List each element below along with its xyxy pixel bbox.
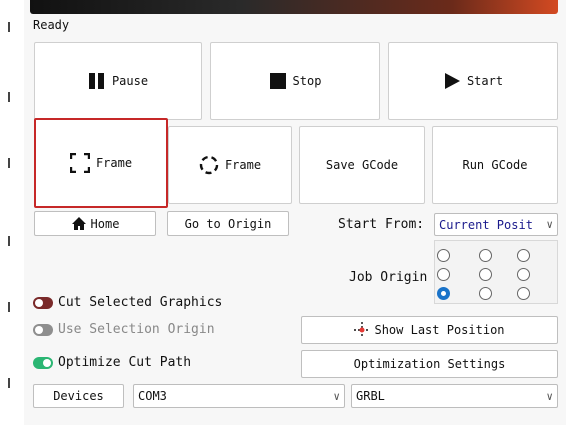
optimize-cut-path-toggle[interactable] bbox=[33, 356, 53, 369]
job-origin-grid bbox=[434, 240, 558, 304]
splitter-mark bbox=[8, 158, 10, 168]
origin-bottom-right-radio[interactable] bbox=[517, 287, 530, 300]
start-from-label: Start From: bbox=[338, 217, 425, 232]
cut-selected-label: Cut Selected Graphics bbox=[58, 295, 223, 310]
start-button[interactable]: Start bbox=[388, 42, 558, 120]
stop-button[interactable]: Stop bbox=[210, 42, 380, 120]
origin-middle-right-radio[interactable] bbox=[517, 268, 530, 281]
play-icon bbox=[444, 73, 460, 89]
chevron-down-icon: ∨ bbox=[546, 389, 553, 403]
port-value: COM3 bbox=[138, 389, 167, 403]
port-select[interactable]: COM3 ∨ bbox=[133, 384, 345, 408]
optimization-settings-label: Optimization Settings bbox=[353, 357, 506, 371]
splitter-mark bbox=[8, 92, 10, 102]
run-gcode-button[interactable]: Run GCode bbox=[432, 126, 558, 204]
frame-circle-button[interactable]: Frame bbox=[168, 126, 292, 204]
home-label: Home bbox=[90, 216, 120, 231]
use-selection-origin-toggle[interactable] bbox=[33, 323, 53, 336]
origin-center-radio[interactable] bbox=[479, 268, 492, 281]
status-label: Ready bbox=[33, 18, 70, 32]
save-gcode-button[interactable]: Save GCode bbox=[299, 126, 425, 204]
start-from-select[interactable]: Current Posit ∨ bbox=[434, 213, 558, 236]
left-panel-strip bbox=[0, 0, 24, 425]
frame-rect-label: Frame bbox=[95, 156, 133, 170]
cut-selected-row[interactable]: Cut Selected Graphics bbox=[33, 295, 222, 310]
chevron-down-icon: ∨ bbox=[546, 218, 553, 231]
splitter-mark bbox=[8, 302, 10, 312]
frame-circle-icon bbox=[199, 155, 219, 175]
show-last-position-button[interactable]: Show Last Position bbox=[301, 316, 558, 344]
optimization-settings-button[interactable]: Optimization Settings bbox=[301, 350, 558, 378]
home-icon bbox=[71, 217, 86, 230]
start-from-value: Current Posit bbox=[439, 217, 533, 232]
stop-label: Stop bbox=[292, 74, 322, 88]
use-selection-origin-label: Use Selection Origin bbox=[58, 322, 215, 337]
origin-top-left-radio[interactable] bbox=[437, 249, 450, 262]
progress-bar bbox=[30, 0, 558, 14]
stop-icon bbox=[269, 73, 286, 89]
origin-bottom-center-radio[interactable] bbox=[479, 287, 492, 300]
splitter-mark bbox=[8, 378, 10, 388]
use-selection-origin-row[interactable]: Use Selection Origin bbox=[33, 322, 215, 337]
go-to-origin-button[interactable]: Go to Origin bbox=[167, 211, 289, 236]
splitter-mark bbox=[8, 22, 10, 32]
origin-bottom-left-radio[interactable] bbox=[437, 287, 450, 300]
start-label: Start bbox=[466, 74, 504, 88]
home-button[interactable]: Home bbox=[34, 211, 156, 236]
frame-rect-button[interactable]: Frame bbox=[34, 118, 168, 208]
run-gcode-label: Run GCode bbox=[462, 158, 528, 172]
controller-select[interactable]: GRBL ∨ bbox=[351, 384, 558, 408]
go-to-origin-label: Go to Origin bbox=[184, 216, 272, 231]
pause-label: Pause bbox=[111, 74, 149, 88]
save-gcode-label: Save GCode bbox=[325, 158, 399, 172]
frame-rect-icon bbox=[69, 153, 90, 173]
pause-button[interactable]: Pause bbox=[34, 42, 202, 120]
job-origin-label: Job Origin bbox=[349, 270, 428, 285]
frame-circle-label: Frame bbox=[224, 158, 262, 172]
origin-middle-left-radio[interactable] bbox=[437, 268, 450, 281]
chevron-down-icon: ∨ bbox=[333, 389, 340, 403]
origin-top-right-radio[interactable] bbox=[517, 249, 530, 262]
pause-icon bbox=[88, 73, 104, 89]
optimize-cut-path-row[interactable]: Optimize Cut Path bbox=[33, 355, 191, 370]
controller-value: GRBL bbox=[356, 389, 385, 403]
devices-label: Devices bbox=[53, 389, 104, 403]
show-last-position-label: Show Last Position bbox=[374, 323, 505, 337]
cut-selected-toggle[interactable] bbox=[33, 296, 53, 309]
origin-top-center-radio[interactable] bbox=[479, 249, 492, 262]
devices-button[interactable]: Devices bbox=[33, 384, 124, 408]
splitter-mark bbox=[8, 236, 10, 246]
crosshair-icon bbox=[354, 322, 371, 338]
optimize-cut-path-label: Optimize Cut Path bbox=[58, 355, 192, 370]
